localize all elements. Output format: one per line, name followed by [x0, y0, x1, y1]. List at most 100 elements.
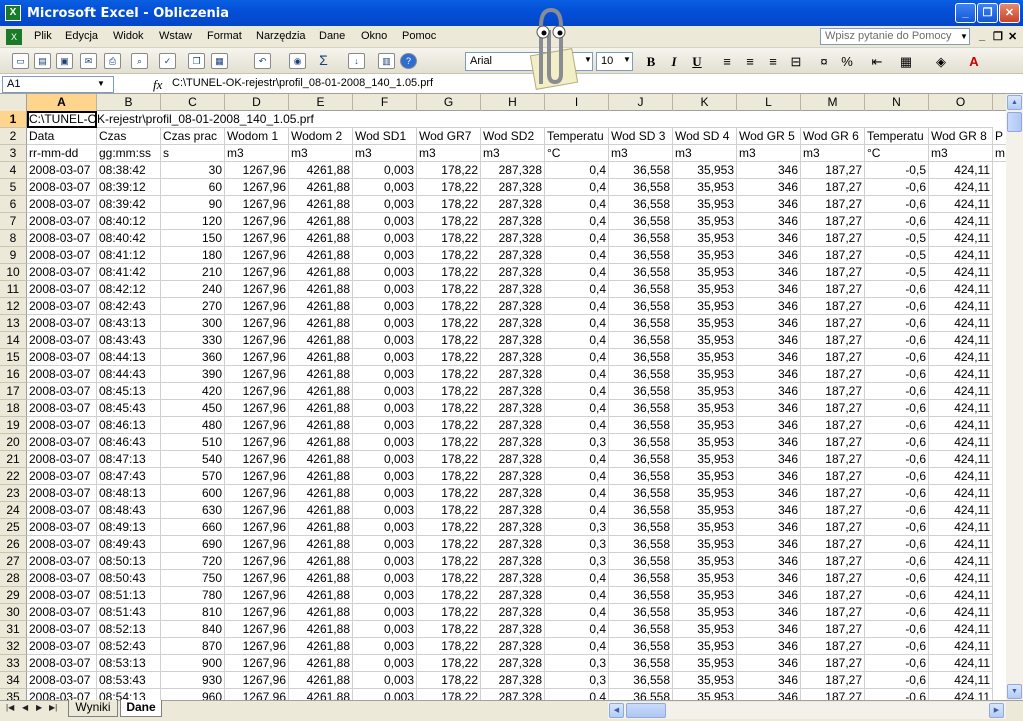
data-cell[interactable]: 4261,88	[289, 553, 353, 570]
data-cell[interactable]: 0,3	[545, 519, 609, 536]
percent-button[interactable]: %	[838, 53, 856, 70]
data-cell[interactable]: 08:53:43	[97, 672, 161, 689]
data-cell[interactable]: 178,22	[417, 213, 481, 230]
data-cell[interactable]: 0,4	[545, 349, 609, 366]
data-cell[interactable]: 08:50:13	[97, 553, 161, 570]
data-cell[interactable]: 1267,96	[225, 298, 289, 315]
data-cell[interactable]: 1267,96	[225, 655, 289, 672]
data-cell[interactable]: 346	[737, 213, 801, 230]
data-cell[interactable]: 420	[161, 383, 225, 400]
data-cell[interactable]: 0,4	[545, 689, 609, 700]
chevron-down-icon[interactable]: ▼	[97, 79, 105, 88]
prev-sheet-icon[interactable]: ◀	[22, 703, 28, 712]
data-cell[interactable]: 0,003	[353, 451, 417, 468]
row-header[interactable]: 32	[0, 638, 27, 655]
data-cell[interactable]: 08:40:12	[97, 213, 161, 230]
data-cell[interactable]: 4261,88	[289, 689, 353, 700]
data-cell[interactable]: 0,3	[545, 434, 609, 451]
data-cell[interactable]: 0,003	[353, 689, 417, 700]
row-header[interactable]: 9	[0, 247, 27, 264]
sheet-tab-dane[interactable]: Dane	[120, 700, 162, 717]
data-cell[interactable]: 0,003	[353, 196, 417, 213]
autosum-icon[interactable]: Σ	[315, 53, 332, 69]
data-cell[interactable]: 178,22	[417, 655, 481, 672]
data-cell[interactable]: 4261,88	[289, 417, 353, 434]
data-cell[interactable]: 0,4	[545, 230, 609, 247]
data-cell[interactable]: 287,328	[481, 179, 545, 196]
data-cell[interactable]: 1267,96	[225, 468, 289, 485]
data-cell[interactable]: 36,558	[609, 587, 673, 604]
data-cell[interactable]: 0,4	[545, 179, 609, 196]
data-cell[interactable]: 178,22	[417, 587, 481, 604]
header-cell[interactable]: Wodom 1	[225, 128, 289, 145]
data-cell[interactable]: 08:49:43	[97, 536, 161, 553]
data-cell[interactable]: 346	[737, 264, 801, 281]
data-cell[interactable]: 287,328	[481, 536, 545, 553]
vertical-scroll-thumb[interactable]	[1007, 112, 1022, 132]
data-cell[interactable]: -0,6	[865, 587, 929, 604]
data-cell[interactable]: 346	[737, 162, 801, 179]
data-cell[interactable]: 187,27	[801, 162, 865, 179]
data-cell[interactable]: 36,558	[609, 502, 673, 519]
menu-dane[interactable]: Dane	[319, 30, 345, 42]
align-center-icon[interactable]: ≡	[741, 53, 759, 70]
data-cell[interactable]: -0,6	[865, 689, 929, 700]
data-cell[interactable]: 1267,96	[225, 264, 289, 281]
data-cell[interactable]: 4261,88	[289, 315, 353, 332]
print-preview-icon[interactable]: ⌕	[131, 53, 148, 69]
data-cell[interactable]: 287,328	[481, 417, 545, 434]
data-cell[interactable]: -0,6	[865, 519, 929, 536]
header-cell[interactable]: Wod SD1	[353, 128, 417, 145]
data-cell[interactable]: 36,558	[609, 689, 673, 700]
cell[interactable]	[481, 111, 545, 128]
excel-icon[interactable]: X	[5, 5, 21, 21]
data-cell[interactable]: 2008-03-07	[27, 536, 97, 553]
data-cell[interactable]: 4261,88	[289, 247, 353, 264]
data-cell[interactable]: 287,328	[481, 621, 545, 638]
data-cell[interactable]: 178,22	[417, 315, 481, 332]
data-cell[interactable]: 287,328	[481, 451, 545, 468]
data-cell[interactable]: 36,558	[609, 553, 673, 570]
column-header-n[interactable]: N	[865, 94, 929, 111]
column-header-e[interactable]: E	[289, 94, 353, 111]
data-cell[interactable]: 424,11	[929, 366, 993, 383]
data-cell[interactable]: 187,27	[801, 264, 865, 281]
data-cell[interactable]: 0,4	[545, 264, 609, 281]
data-cell[interactable]: 0,003	[353, 162, 417, 179]
data-cell[interactable]: -0,5	[865, 230, 929, 247]
bold-button[interactable]: B	[642, 53, 660, 70]
data-cell[interactable]: 1267,96	[225, 417, 289, 434]
data-cell[interactable]: 08:48:13	[97, 485, 161, 502]
print-icon[interactable]: ⎙	[104, 53, 121, 69]
data-cell[interactable]: 178,22	[417, 689, 481, 700]
data-cell[interactable]: 2008-03-07	[27, 315, 97, 332]
data-cell[interactable]: 60	[161, 179, 225, 196]
data-cell[interactable]: -0,6	[865, 655, 929, 672]
data-cell[interactable]: 0,003	[353, 400, 417, 417]
data-cell[interactable]: 4261,88	[289, 298, 353, 315]
menu-narzedzia[interactable]: Narzędzia	[256, 30, 306, 42]
menu-wstaw[interactable]: Wstaw	[159, 30, 192, 42]
data-cell[interactable]: 4261,88	[289, 196, 353, 213]
data-cell[interactable]: 346	[737, 400, 801, 417]
data-cell[interactable]: 346	[737, 672, 801, 689]
data-cell[interactable]: 35,953	[673, 536, 737, 553]
data-cell[interactable]: 36,558	[609, 417, 673, 434]
data-cell[interactable]: 178,22	[417, 434, 481, 451]
data-cell[interactable]: 178,22	[417, 332, 481, 349]
data-cell[interactable]: 360	[161, 349, 225, 366]
menu-okno[interactable]: Okno	[361, 30, 387, 42]
data-cell[interactable]: 187,27	[801, 434, 865, 451]
data-cell[interactable]: 4261,88	[289, 655, 353, 672]
restore-button[interactable]: ❐	[977, 3, 998, 23]
next-sheet-icon[interactable]: ▶	[36, 703, 42, 712]
row-header[interactable]: 13	[0, 315, 27, 332]
row-header[interactable]: 4	[0, 162, 27, 179]
data-cell[interactable]: 0,4	[545, 196, 609, 213]
data-cell[interactable]: 187,27	[801, 298, 865, 315]
data-cell[interactable]: 1267,96	[225, 672, 289, 689]
data-cell[interactable]: -0,6	[865, 383, 929, 400]
data-cell[interactable]: 0,003	[353, 383, 417, 400]
data-cell[interactable]: 1267,96	[225, 604, 289, 621]
data-cell[interactable]: -0,6	[865, 417, 929, 434]
